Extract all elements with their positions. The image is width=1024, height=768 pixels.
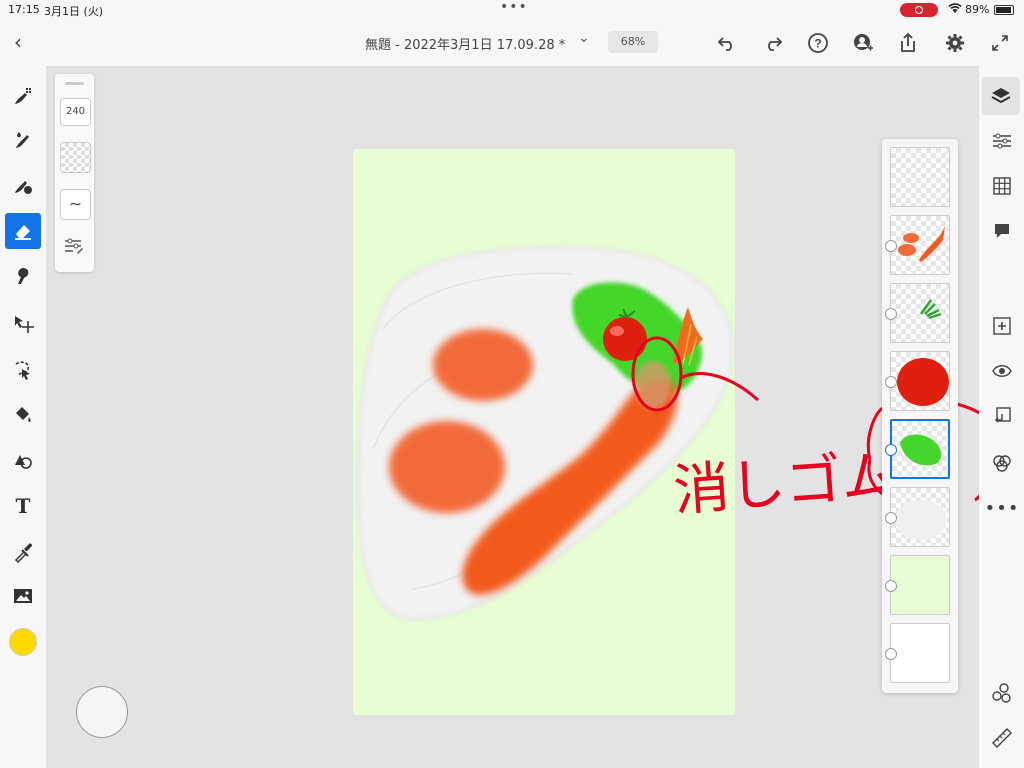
- brush-smoothing-icon[interactable]: ∼: [60, 189, 91, 220]
- zoom-level[interactable]: 68%: [608, 31, 658, 53]
- blend-mode-icon[interactable]: [987, 448, 1017, 478]
- layer-thumbnail-herb[interactable]: [890, 283, 950, 343]
- touch-shortcut-button[interactable]: [76, 686, 128, 738]
- layer-thumbnail-tomato[interactable]: [890, 351, 950, 411]
- eraser-tool[interactable]: [5, 213, 41, 249]
- ruler-icon[interactable]: [987, 723, 1017, 753]
- right-toolbar: •••: [979, 66, 1024, 768]
- smudge-tool[interactable]: [5, 258, 41, 294]
- layer-thumbnail-paper[interactable]: [890, 623, 950, 683]
- layers-panel: [882, 139, 958, 693]
- layer-type-icon[interactable]: [885, 512, 897, 524]
- layers-icon[interactable]: [982, 77, 1020, 115]
- brush-size-field[interactable]: 240: [60, 98, 91, 126]
- croquette-top: [433, 329, 533, 401]
- vector-brush-tool[interactable]: [5, 168, 41, 204]
- layer-thumbnail-lettuce[interactable]: [890, 419, 950, 479]
- multitask-dots-icon[interactable]: •••: [500, 0, 528, 15]
- transform-tool[interactable]: [5, 306, 41, 342]
- image-tool[interactable]: [5, 578, 41, 614]
- back-icon[interactable]: ‹: [14, 30, 22, 54]
- wifi-icon: [948, 2, 962, 17]
- layer-properties-icon[interactable]: [987, 126, 1017, 156]
- layer-thumbnail-shrimp[interactable]: [890, 215, 950, 275]
- help-icon[interactable]: ?: [805, 30, 831, 56]
- brush-opacity-swatch[interactable]: [60, 142, 91, 173]
- status-date: 3月1日 (火): [44, 5, 104, 18]
- layer-thumbnail-plate[interactable]: [890, 487, 950, 547]
- redo-icon[interactable]: [760, 30, 786, 56]
- live-brush-tool[interactable]: [5, 123, 41, 159]
- croquette-bottom: [389, 421, 505, 513]
- artwork: [356, 245, 735, 621]
- screen-record-icon[interactable]: [900, 3, 938, 17]
- pixel-brush-tool[interactable]: [5, 78, 41, 114]
- brush-settings-panel: 240 ∼: [55, 74, 94, 272]
- shapes-tool[interactable]: [5, 442, 41, 478]
- fill-tool[interactable]: [5, 396, 41, 432]
- header-bar: ‹ 無題 - 2022年3月1日 17.09.28 * ⌄ 68% ?: [0, 20, 1024, 67]
- eyedropper-tool[interactable]: [5, 534, 41, 570]
- settings-icon[interactable]: [942, 30, 968, 56]
- panel-drag-handle[interactable]: [65, 82, 84, 85]
- battery-percent: 89%: [965, 3, 990, 16]
- share-icon[interactable]: [895, 30, 921, 56]
- visibility-icon[interactable]: [987, 356, 1017, 386]
- text-tool[interactable]: T: [5, 488, 41, 524]
- document-title[interactable]: 無題 - 2022年3月1日 17.09.28 *: [365, 34, 565, 53]
- layer-type-icon[interactable]: [885, 376, 897, 388]
- grid-icon[interactable]: [987, 171, 1017, 201]
- layer-type-icon[interactable]: [885, 444, 897, 456]
- layer-thumbnail-empty[interactable]: [890, 147, 950, 207]
- layer-thumbnail-background[interactable]: [890, 555, 950, 615]
- drawing-canvas[interactable]: [353, 149, 735, 715]
- layer-type-icon[interactable]: [885, 308, 897, 320]
- add-layer-icon[interactable]: [987, 311, 1017, 341]
- svg-text:?: ?: [814, 37, 821, 51]
- layer-type-icon[interactable]: [885, 240, 897, 252]
- comments-icon[interactable]: [987, 216, 1017, 246]
- layer-type-icon[interactable]: [885, 580, 897, 592]
- left-toolbar: T: [0, 66, 46, 768]
- invite-icon[interactable]: [850, 30, 876, 56]
- color-picker-swatch[interactable]: [9, 628, 37, 656]
- status-time: 17:15: [8, 3, 40, 16]
- erased-area: [635, 361, 671, 409]
- battery-icon: [994, 5, 1014, 15]
- undo-icon[interactable]: [714, 30, 740, 56]
- tomato-shape: [603, 317, 647, 361]
- brush-settings-icon[interactable]: [63, 236, 85, 260]
- fullscreen-icon[interactable]: [987, 30, 1013, 56]
- layer-type-icon[interactable]: [885, 648, 897, 660]
- chevron-down-icon[interactable]: ⌄: [578, 30, 590, 46]
- livestream-icon[interactable]: [987, 678, 1017, 708]
- status-bar: 17:15 3月1日 (火) ••• 89%: [0, 0, 1024, 20]
- merge-layer-icon[interactable]: [987, 401, 1017, 431]
- selection-tool[interactable]: [5, 352, 41, 388]
- more-options-icon[interactable]: •••: [985, 493, 1019, 523]
